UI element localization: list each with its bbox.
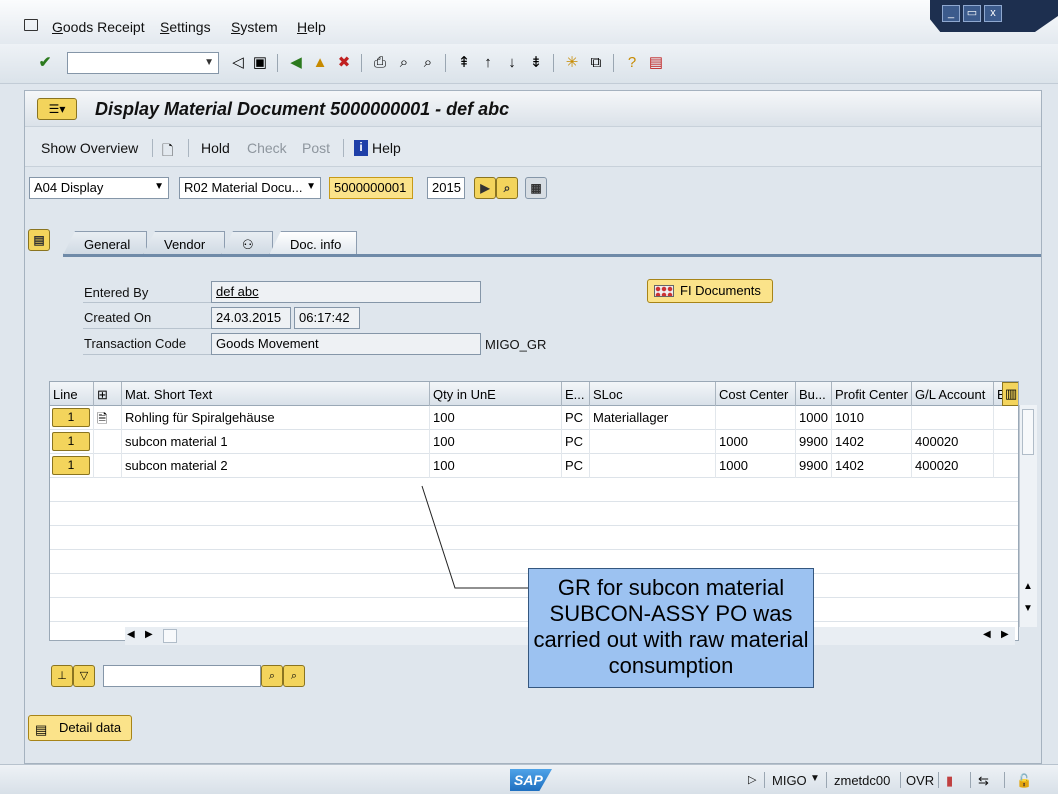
annotation-callout: GR for subcon material SUBCON-ASSY PO wa… <box>528 568 814 688</box>
status-bar: SAP ▷ MIGO ▼ zmetdc00 OVR ▮ ⇆ 🔓 <box>0 764 1058 794</box>
status-mode[interactable]: OVR <box>906 773 934 788</box>
transfer-icon[interactable]: ⇆ <box>978 773 989 789</box>
chevron-down-icon[interactable]: ▼ <box>810 773 820 784</box>
status-transaction: MIGO <box>772 773 807 788</box>
status-separator <box>970 772 971 788</box>
document-icon[interactable]: ▮ <box>946 773 953 789</box>
status-separator <box>826 772 827 788</box>
status-separator <box>900 772 901 788</box>
status-separator <box>764 772 765 788</box>
status-separator <box>1004 772 1005 788</box>
status-toggle-icon[interactable]: ▷ <box>748 773 756 786</box>
status-server: zmetdc00 <box>834 773 891 788</box>
sap-logo: SAP <box>510 769 552 791</box>
lock-icon[interactable]: 🔓 <box>1016 773 1032 789</box>
status-separator <box>938 772 939 788</box>
